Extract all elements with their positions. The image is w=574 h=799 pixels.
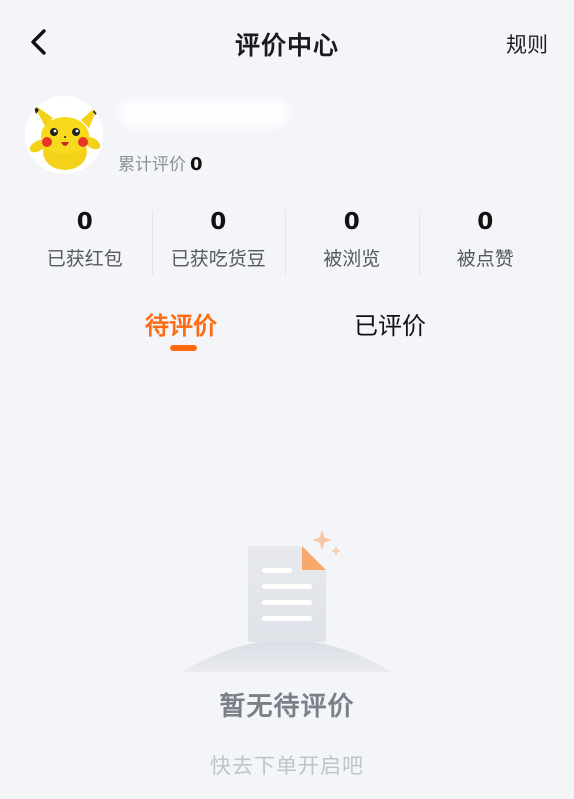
empty-document-icon	[182, 530, 392, 672]
stat-label: 被浏览	[323, 248, 381, 270]
stat-views[interactable]: 0 被浏览	[285, 206, 419, 276]
stat-red-packets[interactable]: 0 已获红包	[18, 206, 152, 276]
tab-pending-review[interactable]: 待评价	[145, 306, 217, 341]
review-total: 累计评价 0	[118, 150, 203, 175]
rules-link[interactable]: 规则	[506, 29, 548, 59]
empty-state-title: 暂无待评价	[219, 692, 355, 722]
stat-value: 0	[210, 209, 227, 235]
pikachu-avatar-icon	[25, 96, 103, 174]
empty-state-subtitle: 快去下单开启吧	[210, 754, 364, 778]
stat-value: 0	[477, 209, 494, 235]
review-center-page: 评价中心 规则 累计评价 0 0 已获红包 0 已获吃货豆 0 被浏览 0 被点…	[0, 0, 574, 799]
stat-label: 被点赞	[456, 248, 514, 270]
stat-value: 0	[76, 209, 93, 235]
tab-reviewed[interactable]: 已评价	[354, 306, 426, 341]
stat-label: 已获红包	[46, 248, 123, 270]
avatar[interactable]	[25, 96, 103, 174]
top-bar: 评价中心 规则	[0, 0, 574, 84]
username-blurred	[118, 100, 288, 126]
page-title: 评价中心	[234, 31, 339, 60]
stat-label: 已获吃货豆	[170, 248, 266, 270]
stat-value: 0	[343, 209, 360, 235]
stat-likes[interactable]: 0 被点赞	[418, 206, 553, 276]
stats-row: 0 已获红包 0 已获吃货豆 0 被浏览 0 被点赞	[18, 206, 552, 276]
active-tab-indicator	[170, 345, 197, 351]
stat-foodie-beans[interactable]: 0 已获吃货豆	[151, 206, 286, 276]
review-total-label: 累计评价	[118, 155, 186, 175]
review-total-value: 0	[190, 154, 203, 175]
